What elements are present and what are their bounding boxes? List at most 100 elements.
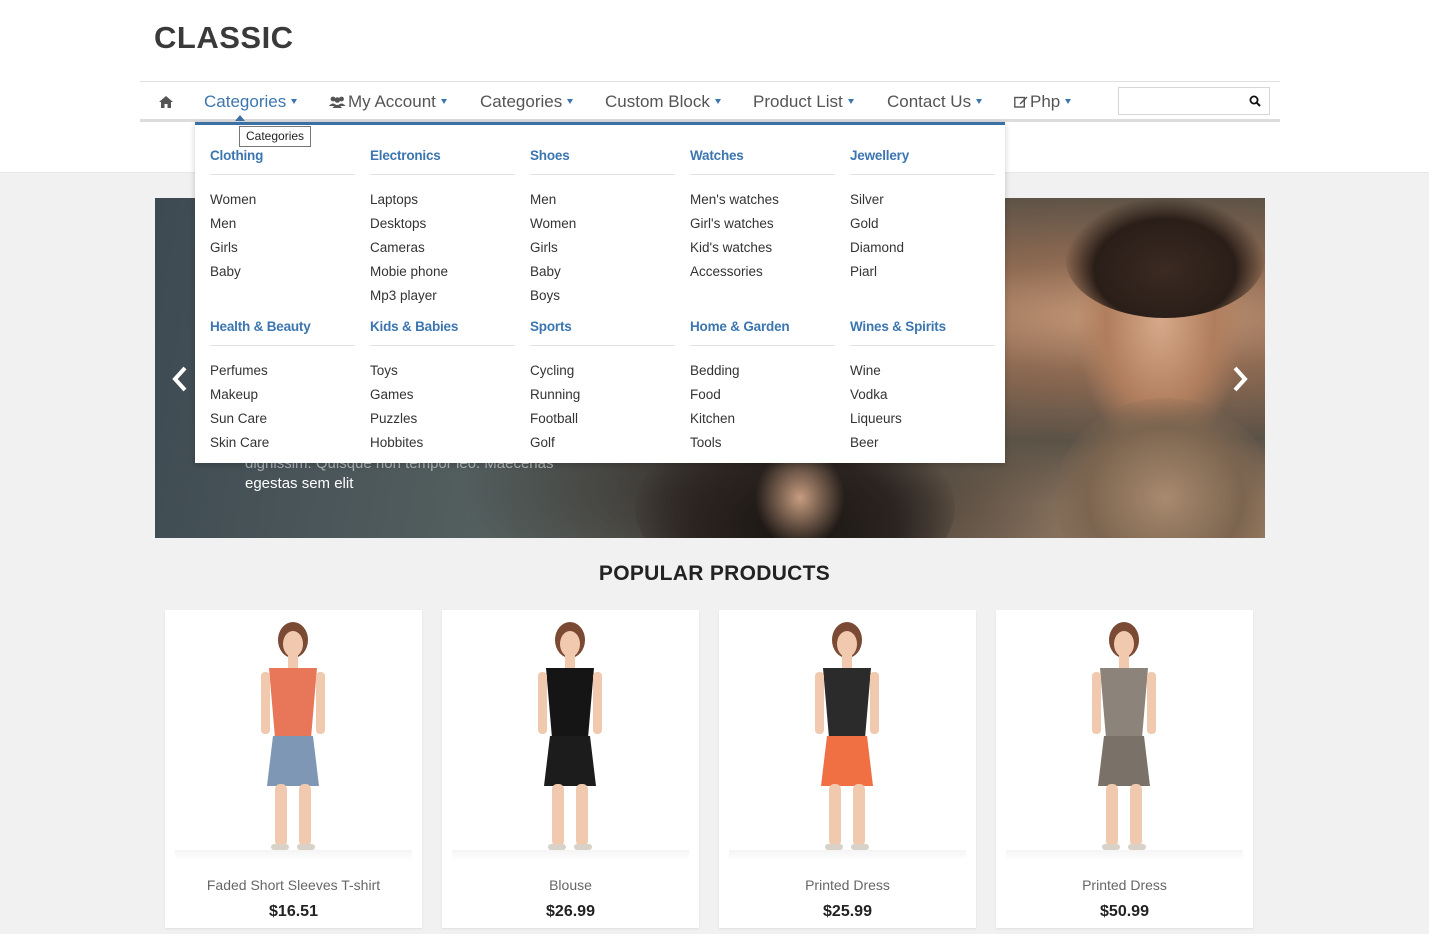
product-image[interactable] [996,610,1253,858]
mega-menu-link[interactable]: Food [690,383,835,407]
nav-item-label: Custom Block [605,92,710,111]
tooltip: Categories [239,126,312,147]
mega-menu-link[interactable]: Perfumes [210,359,355,383]
slider-prev-icon[interactable] [171,366,189,392]
mega-column-title[interactable]: Home & Garden [690,318,835,346]
product-name[interactable]: Printed Dress [996,877,1253,893]
mega-menu-link[interactable]: Baby [530,260,675,284]
product-price: $25.99 [823,903,872,920]
caret-down-icon [847,99,854,105]
site-logo[interactable]: CLASSIC [154,20,294,56]
nav-item-product-list[interactable]: Product List [753,92,854,112]
nav-item-contact-us[interactable]: Contact Us [887,92,983,112]
mega-column: Wines & Spirits Wine Vodka Liqueurs Beer [850,318,995,455]
product-image[interactable] [719,610,976,858]
mega-column-title[interactable]: Watches [690,147,835,175]
caret-down-icon [714,99,721,105]
mega-menu-link[interactable]: Women [530,212,675,236]
mega-column-title[interactable]: Health & Beauty [210,318,355,346]
mega-menu-link[interactable]: Tools [690,431,835,455]
active-menu-arrow [235,115,245,121]
mega-menu-link[interactable]: Football [530,407,675,431]
mega-menu-link[interactable]: Running [530,383,675,407]
mega-menu-link[interactable]: Baby [210,260,355,284]
image-divider [452,850,689,860]
mega-menu-link[interactable]: Girls [210,236,355,260]
mega-menu-link[interactable]: Girl's watches [690,212,835,236]
mega-menu-link[interactable]: Laptops [370,188,515,212]
mega-menu-link[interactable]: Beer [850,431,995,455]
mega-menu-link[interactable]: Toys [370,359,515,383]
caret-down-icon [976,99,983,105]
mega-menu-link[interactable]: Men [530,188,675,212]
mega-menu-link[interactable]: Desktops [370,212,515,236]
product-name[interactable]: Printed Dress [719,877,976,893]
mega-column-title[interactable]: Kids & Babies [370,318,515,346]
nav-item-categories-2[interactable]: Categories [480,92,574,112]
edit-icon [1014,96,1028,108]
mega-menu-link[interactable]: Games [370,383,515,407]
mega-menu-link[interactable]: Men [210,212,355,236]
mega-column-title[interactable]: Sports [530,318,675,346]
mega-menu-link[interactable]: Cycling [530,359,675,383]
mega-column-title[interactable]: Shoes [530,147,675,175]
product-price: $16.51 [269,903,318,920]
mega-menu-link[interactable]: Puzzles [370,407,515,431]
mega-menu-link[interactable]: Skin Care [210,431,355,455]
home-icon[interactable] [159,96,173,108]
nav-item-my-account[interactable]: My Account [329,92,447,112]
mega-column: Sports Cycling Running Football Golf [530,318,675,455]
slide-figure [1055,398,1265,538]
mega-menu-link[interactable]: Diamond [850,236,995,260]
mega-menu-link[interactable]: Liqueurs [850,407,995,431]
mega-column-title[interactable]: Wines & Spirits [850,318,995,346]
mega-menu-link[interactable]: Sun Care [210,407,355,431]
product-image[interactable] [442,610,699,858]
search-input[interactable] [1119,88,1239,114]
product-price: $26.99 [546,903,595,920]
mega-column: Kids & Babies Toys Games Puzzles Hobbites [370,318,515,455]
mega-menu-link[interactable]: Kid's watches [690,236,835,260]
mega-menu-link[interactable]: Wine [850,359,995,383]
mega-menu-link[interactable]: Bedding [690,359,835,383]
product-name[interactable]: Faded Short Sleeves T-shirt [165,877,422,893]
slider-next-icon[interactable] [1231,366,1249,392]
mega-menu-link[interactable]: Mobie phone [370,260,515,284]
mega-menu-link[interactable]: Cameras [370,236,515,260]
mega-menu-link[interactable]: Men's watches [690,188,835,212]
nav-item-categories[interactable]: Categories [204,92,298,112]
mega-menu-link[interactable]: Kitchen [690,407,835,431]
mega-column-title[interactable]: Clothing [210,147,355,175]
mega-menu-link[interactable]: Mp3 player [370,284,515,308]
mega-menu-link[interactable]: Women [210,188,355,212]
product-price: $50.99 [1100,903,1149,920]
mega-menu-link[interactable]: Golf [530,431,675,455]
image-divider [1006,850,1243,860]
mega-column: Home & Garden Bedding Food Kitchen Tools [690,318,835,455]
product-card[interactable]: Printed Dress $25.99 [719,610,976,928]
mega-column-title[interactable]: Electronics [370,147,515,175]
product-card[interactable]: Blouse $26.99 [442,610,699,928]
image-divider [729,850,966,860]
mega-menu-link[interactable]: Vodka [850,383,995,407]
categories-mega-menu: Clothing Women Men Girls Baby Electronics Lapt… [195,122,1005,463]
product-card[interactable]: Printed Dress $50.99 [996,610,1253,928]
search-icon[interactable] [1249,95,1261,107]
product-image[interactable] [165,610,422,858]
main-nav: Categories My Account Categories Custom … [140,81,1280,122]
mega-menu-link[interactable]: Makeup [210,383,355,407]
nav-item-custom-block[interactable]: Custom Block [605,92,721,112]
mega-menu-link[interactable]: Piarl [850,260,995,284]
mega-menu-link[interactable]: Accessories [690,260,835,284]
mega-menu-link[interactable]: Boys [530,284,675,308]
mega-menu-link[interactable]: Girls [530,236,675,260]
mega-column: Clothing Women Men Girls Baby [210,147,355,284]
mega-menu-link[interactable]: Silver [850,188,995,212]
product-card[interactable]: Faded Short Sleeves T-shirt $16.51 [165,610,422,928]
mega-column-title[interactable]: Jewellery [850,147,995,175]
nav-item-php[interactable]: Php [1014,92,1072,112]
product-name[interactable]: Blouse [442,877,699,893]
nav-item-label: Product List [753,92,843,111]
mega-menu-link[interactable]: Gold [850,212,995,236]
mega-menu-link[interactable]: Hobbites [370,431,515,455]
